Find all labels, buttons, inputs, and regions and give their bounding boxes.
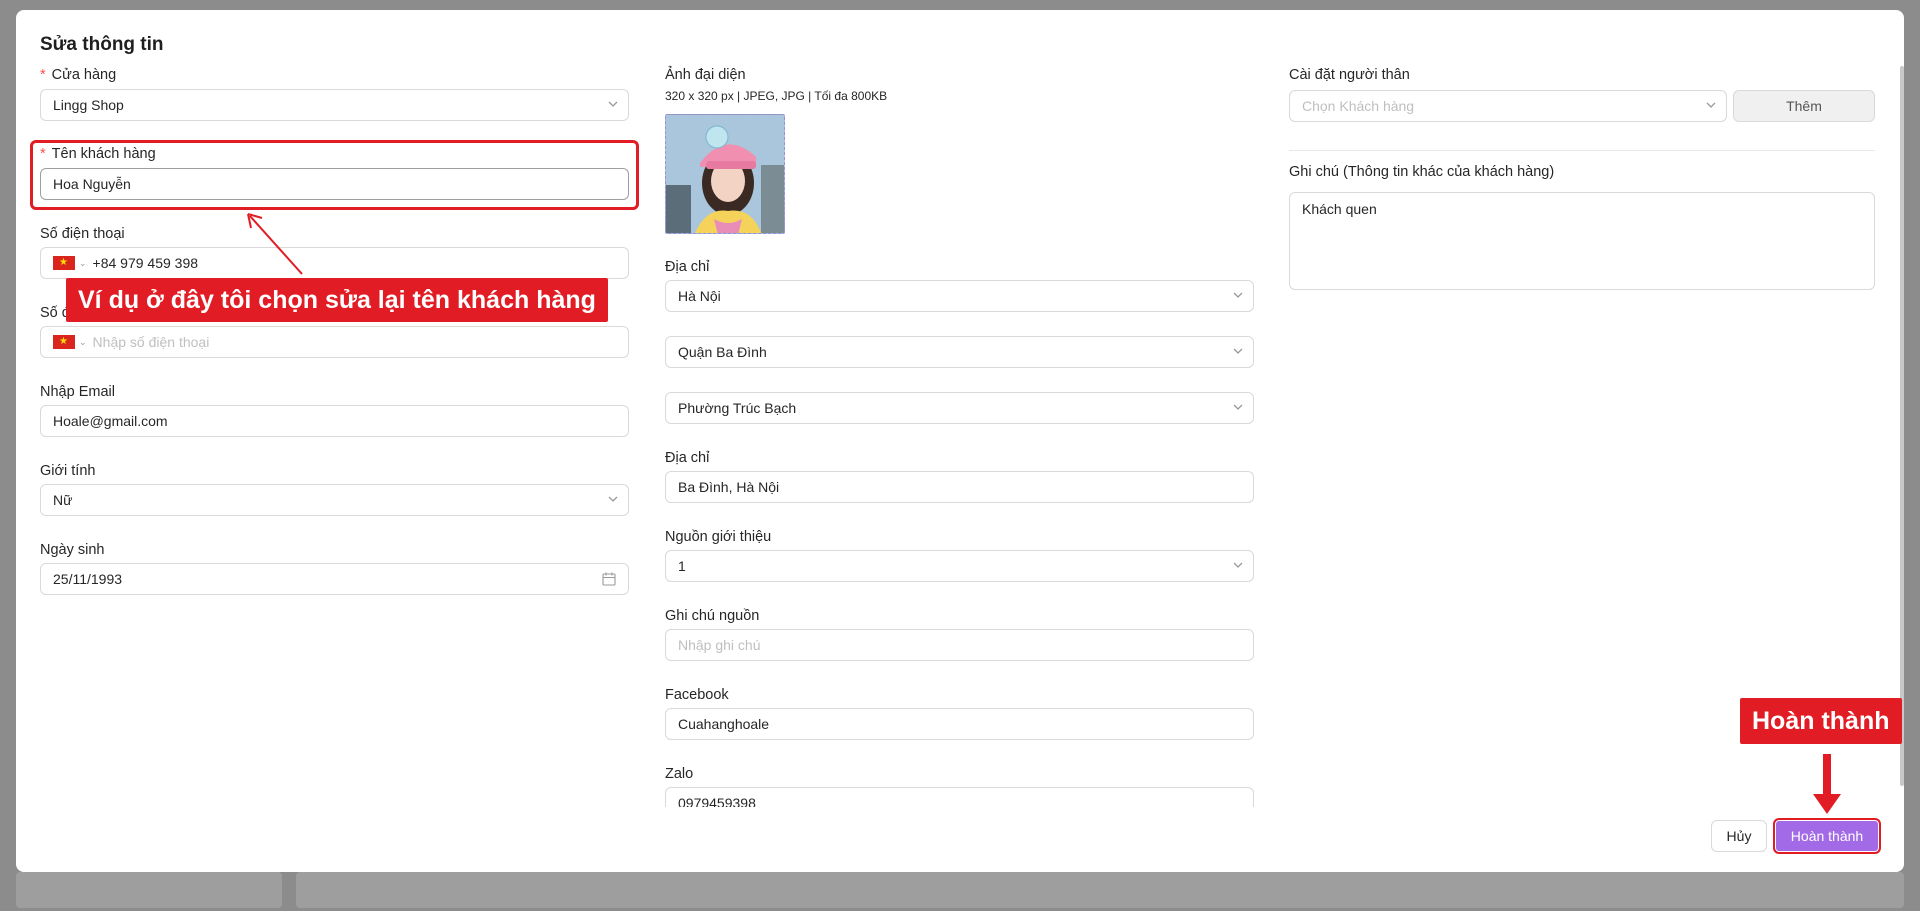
chevron-down-icon <box>1233 402 1243 412</box>
relatives-select[interactable]: Chọn Khách hàng <box>1289 90 1727 122</box>
gender-select[interactable]: Nữ <box>40 484 629 516</box>
email-input[interactable]: Hoale@gmail.com <box>40 405 629 437</box>
note-textarea[interactable]: Khách quen <box>1289 192 1875 290</box>
referral-source-value: 1 <box>678 558 686 574</box>
note-label: Ghi chú (Thông tin khác của khách hàng) <box>1289 164 1555 180</box>
referral-source-label: Nguồn giới thiệu <box>665 529 772 545</box>
address-detail-value: Ba Đình, Hà Nội <box>678 479 780 495</box>
store-label: * Cửa hàng <box>40 67 117 83</box>
zalo-input[interactable]: 0979459398 <box>665 787 1254 807</box>
vietnam-flag-icon[interactable] <box>53 334 75 350</box>
source-note-input[interactable]: Nhập ghi chú <box>665 629 1254 661</box>
facebook-label: Facebook <box>665 687 729 703</box>
background-panel-right <box>296 872 1904 908</box>
annotation-arrow-name <box>247 213 303 275</box>
modal-title: Sửa thông tin <box>40 34 164 55</box>
relatives-label: Cài đặt người thân <box>1289 67 1410 83</box>
birthday-value: 25/11/1993 <box>53 571 123 587</box>
address-detail-input[interactable]: Ba Đình, Hà Nội <box>665 471 1254 503</box>
gender-value: Nữ <box>53 492 73 508</box>
province-select[interactable]: Hà Nội <box>665 280 1254 312</box>
address-label: Địa chỉ <box>665 259 710 275</box>
chevron-down-icon <box>1233 346 1243 356</box>
email-value: Hoale@gmail.com <box>53 413 168 429</box>
source-note-placeholder: Nhập ghi chú <box>678 637 761 653</box>
birthday-label: Ngày sinh <box>40 542 105 558</box>
ward-value: Phường Trúc Bạch <box>678 400 797 416</box>
phone2-placeholder: Nhập số điện thoại <box>92 334 210 350</box>
birthday-picker[interactable]: 25/11/1993 <box>40 563 629 595</box>
annotation-callout-name: Ví dụ ở đây tôi chọn sửa lại tên khách h… <box>66 278 608 322</box>
modal-scrollbar[interactable] <box>1900 66 1904 786</box>
store-select-value: Lingg Shop <box>53 97 124 113</box>
store-label-text: Cửa hàng <box>51 67 117 83</box>
right-divider <box>1289 150 1875 151</box>
note-value: Khách quen <box>1302 201 1377 217</box>
facebook-value: Cuahanghoale <box>678 716 770 732</box>
gender-label: Giới tính <box>40 463 96 479</box>
submit-button[interactable]: Hoàn thành <box>1773 818 1881 854</box>
annotation-highlight-name <box>30 140 639 210</box>
annotation-arrow-submit <box>1813 754 1841 814</box>
source-note-label: Ghi chú nguồn <box>665 608 760 624</box>
chevron-down-icon <box>1233 290 1243 300</box>
calendar-icon[interactable] <box>602 572 616 589</box>
address-detail-label: Địa chỉ <box>665 450 710 466</box>
vietnam-flag-icon[interactable] <box>53 255 75 271</box>
ward-select[interactable]: Phường Trúc Bạch <box>665 392 1254 424</box>
district-value: Quận Ba Đình <box>678 344 767 360</box>
chevron-down-icon <box>608 99 618 109</box>
avatar-hint: 320 x 320 px | JPEG, JPG | Tối đa 800KB <box>665 89 888 103</box>
phone2-input[interactable]: ⌄ Nhập số điện thoại <box>40 326 629 358</box>
annotation-callout-submit: Hoàn thành <box>1740 698 1902 744</box>
background-panel-left <box>16 872 282 908</box>
phone-input[interactable]: ⌄ +84 979 459 398 <box>40 247 629 279</box>
flag-caret-icon: ⌄ <box>79 257 87 268</box>
store-select[interactable]: Lingg Shop <box>40 89 629 121</box>
chevron-down-icon <box>1706 100 1716 110</box>
flag-caret-icon: ⌄ <box>79 336 87 347</box>
relatives-placeholder: Chọn Khách hàng <box>1302 98 1415 114</box>
email-label: Nhập Email <box>40 384 115 400</box>
edit-customer-modal: Sửa thông tin * Cửa hàng Lingg Shop * Tên … <box>16 10 1904 872</box>
zalo-label: Zalo <box>665 766 694 782</box>
zalo-value: 0979459398 <box>678 795 756 807</box>
phone-value: +84 979 459 398 <box>92 255 199 271</box>
add-relative-button[interactable]: Thêm <box>1733 90 1875 122</box>
avatar-photo-icon <box>666 115 784 233</box>
avatar-label: Ảnh đại diện <box>665 67 746 83</box>
facebook-input[interactable]: Cuahanghoale <box>665 708 1254 740</box>
referral-source-select[interactable]: 1 <box>665 550 1254 582</box>
province-value: Hà Nội <box>678 288 721 304</box>
district-select[interactable]: Quận Ba Đình <box>665 336 1254 368</box>
phone-label: Số điện thoại <box>40 226 125 242</box>
chevron-down-icon <box>608 494 618 504</box>
cancel-button[interactable]: Hủy <box>1711 820 1767 852</box>
avatar-image[interactable] <box>665 114 785 234</box>
chevron-down-icon <box>1233 560 1243 570</box>
